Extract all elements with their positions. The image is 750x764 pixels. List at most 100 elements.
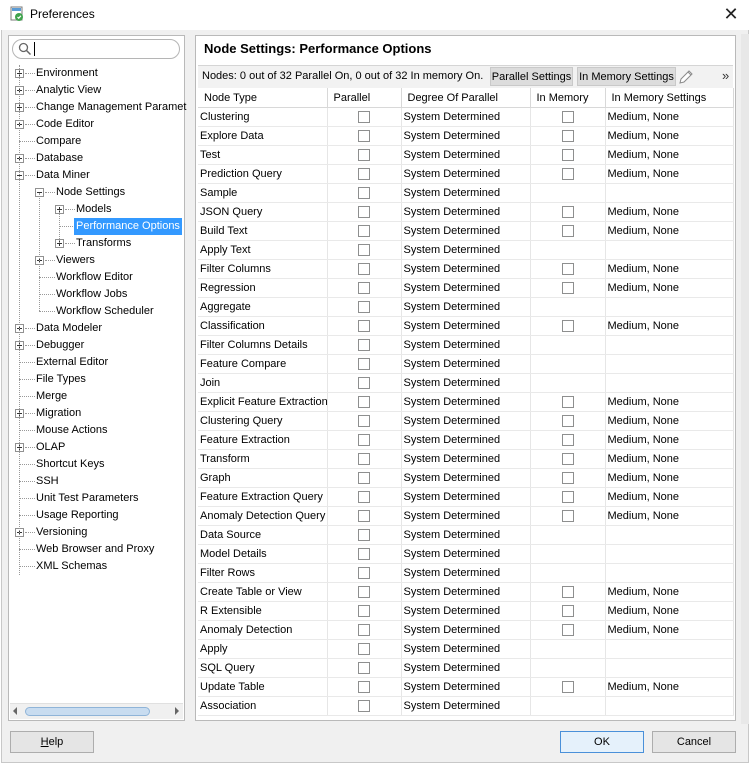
close-icon[interactable]: ✕ — [718, 2, 744, 26]
table-row[interactable]: Feature Extraction System Determined Mediu… — [198, 430, 734, 450]
tree-item[interactable]: Performance Options — [9, 218, 184, 235]
in-memory-checkbox[interactable] — [561, 282, 574, 295]
parallel-checkbox[interactable] — [358, 168, 370, 181]
tree-item[interactable]: External Editor — [9, 354, 184, 371]
column-header-degree-of-parallel[interactable]: Degree Of Parallel — [401, 88, 531, 108]
parallel-checkbox[interactable] — [358, 491, 370, 504]
tree-item[interactable]: OLAP — [9, 439, 184, 456]
search-field[interactable] — [12, 39, 180, 59]
parallel-checkbox[interactable] — [358, 453, 370, 466]
parallel-checkbox[interactable] — [358, 130, 370, 143]
parallel-checkbox[interactable] — [358, 320, 370, 333]
in-memory-checkbox[interactable] — [561, 320, 574, 333]
table-row[interactable]: Update Table System Determined Medium, Non… — [198, 677, 734, 697]
in-memory-checkbox[interactable] — [561, 415, 574, 428]
cancel-button[interactable]: Cancel — [652, 731, 736, 753]
in-memory-settings-button[interactable]: In Memory Settings — [577, 67, 676, 86]
column-header-in-memory[interactable]: In Memory — [530, 88, 606, 108]
table-row[interactable]: Build Text System Determined Medium, None — [198, 221, 734, 241]
table-row[interactable]: Anomaly Detection Query System Determined… — [198, 506, 734, 526]
tree-item[interactable]: Analytic View — [9, 82, 184, 99]
parallel-checkbox[interactable] — [358, 339, 370, 352]
table-row[interactable]: Transform System Determined Medium, None — [198, 449, 734, 469]
table-row[interactable]: Sample System Determined — [198, 183, 734, 203]
table-row[interactable]: Create Table or View System Determined Med… — [198, 582, 734, 602]
in-memory-checkbox[interactable] — [561, 168, 574, 181]
tree-item[interactable]: Transforms — [9, 235, 184, 252]
table-row[interactable]: Feature Extraction Query System Determine… — [198, 487, 734, 507]
parallel-checkbox[interactable] — [358, 548, 370, 561]
in-memory-checkbox[interactable] — [561, 396, 574, 409]
in-memory-checkbox[interactable] — [561, 624, 574, 637]
parallel-settings-button[interactable]: Parallel Settings — [490, 67, 573, 86]
tree-item[interactable]: Unit Test Parameters — [9, 490, 184, 507]
tree-item[interactable]: File Types — [9, 371, 184, 388]
table-row[interactable]: Feature Compare System Determined — [198, 354, 734, 374]
in-memory-checkbox[interactable] — [561, 681, 574, 694]
parallel-checkbox[interactable] — [358, 681, 370, 694]
parallel-checkbox[interactable] — [358, 434, 370, 447]
in-memory-checkbox[interactable] — [561, 149, 574, 162]
parallel-checkbox[interactable] — [358, 225, 370, 238]
tree-item[interactable]: Data Miner — [9, 167, 184, 184]
in-memory-checkbox[interactable] — [561, 605, 574, 618]
parallel-checkbox[interactable] — [358, 605, 370, 618]
tree-item[interactable]: Viewers — [9, 252, 184, 269]
in-memory-checkbox[interactable] — [561, 206, 574, 219]
in-memory-checkbox[interactable] — [561, 263, 574, 276]
search-input[interactable] — [33, 41, 173, 57]
parallel-checkbox[interactable] — [358, 415, 370, 428]
tree-item[interactable]: Database — [9, 150, 184, 167]
edit-pencil-icon[interactable] — [677, 68, 695, 86]
more-icon[interactable]: » — [722, 68, 729, 83]
table-row[interactable]: Filter Columns Details System Determined — [198, 335, 734, 355]
table-row[interactable]: Join System Determined — [198, 373, 734, 393]
parallel-checkbox[interactable] — [358, 111, 370, 124]
parallel-checkbox[interactable] — [358, 301, 370, 314]
parallel-checkbox[interactable] — [358, 700, 370, 713]
table-row[interactable]: Data Source System Determined — [198, 525, 734, 545]
in-memory-checkbox[interactable] — [561, 453, 574, 466]
table-row[interactable]: Explicit Feature Extraction System Determ… — [198, 392, 734, 412]
parallel-checkbox[interactable] — [358, 377, 370, 390]
tree-item[interactable]: Debugger — [9, 337, 184, 354]
scrollbar-thumb[interactable] — [25, 707, 150, 716]
table-row[interactable]: Test System Determined Medium, None — [198, 145, 734, 165]
tree-item[interactable]: Code Editor — [9, 116, 184, 133]
parallel-checkbox[interactable] — [358, 586, 370, 599]
table-row[interactable]: Graph System Determined Medium, None — [198, 468, 734, 488]
tree-item[interactable]: Data Modeler — [9, 320, 184, 337]
tree-item[interactable]: Usage Reporting — [9, 507, 184, 524]
scroll-right-icon[interactable] — [175, 707, 179, 715]
table-row[interactable]: Clustering System Determined Medium, None — [198, 107, 734, 127]
parallel-checkbox[interactable] — [358, 206, 370, 219]
table-row[interactable]: R Extensible System Determined Medium, Non… — [198, 601, 734, 621]
in-memory-checkbox[interactable] — [561, 491, 574, 504]
parallel-checkbox[interactable] — [358, 358, 370, 371]
in-memory-checkbox[interactable] — [561, 510, 574, 523]
table-row[interactable]: Clustering Query System Determined Medium,… — [198, 411, 734, 431]
tree-item[interactable]: Shortcut Keys — [9, 456, 184, 473]
parallel-checkbox[interactable] — [358, 187, 370, 200]
parallel-checkbox[interactable] — [358, 624, 370, 637]
table-row[interactable]: Filter Rows System Determined — [198, 563, 734, 583]
table-row[interactable]: Apply System Determined — [198, 639, 734, 659]
in-memory-checkbox[interactable] — [561, 472, 574, 485]
table-row[interactable]: Explore Data System Determined Medium, Non… — [198, 126, 734, 146]
tree-item[interactable]: Merge — [9, 388, 184, 405]
parallel-checkbox[interactable] — [358, 662, 370, 675]
column-header-in-memory-settings[interactable]: In Memory Settings — [605, 88, 734, 108]
in-memory-checkbox[interactable] — [561, 130, 574, 143]
table-row[interactable]: Filter Columns System Determined Medium, N… — [198, 259, 734, 279]
parallel-checkbox[interactable] — [358, 510, 370, 523]
table-row[interactable]: SQL Query System Determined — [198, 658, 734, 678]
parallel-checkbox[interactable] — [358, 472, 370, 485]
table-row[interactable]: Association System Determined — [198, 696, 734, 716]
ok-button[interactable]: OK — [560, 731, 644, 753]
tree-item[interactable]: Web Browser and Proxy — [9, 541, 184, 558]
tree-horizontal-scrollbar[interactable] — [10, 703, 183, 719]
parallel-checkbox[interactable] — [358, 149, 370, 162]
tree-item[interactable]: Mouse Actions — [9, 422, 184, 439]
in-memory-checkbox[interactable] — [561, 111, 574, 124]
tree-item[interactable]: Environment — [9, 65, 184, 82]
